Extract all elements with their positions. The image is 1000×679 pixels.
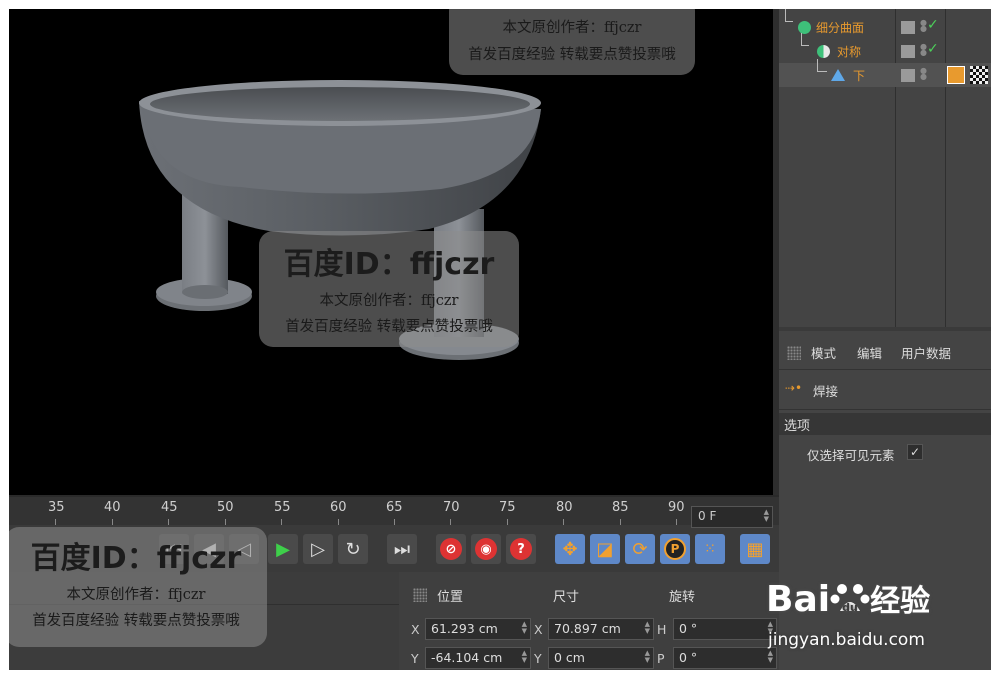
tick-label: 80 xyxy=(556,500,573,515)
loop-icon[interactable]: ↻ xyxy=(338,534,368,564)
pla-key-icon[interactable]: ⁙ xyxy=(695,534,725,564)
object-row-symmetry[interactable]: 对称 ● ● ✓ xyxy=(779,33,991,63)
watermark-id: 百度ID：ffjczr xyxy=(283,247,495,282)
menu-mode[interactable]: 模式 xyxy=(811,343,836,362)
watermark-notice: 首发百度经验 转载要点赞投票哦 xyxy=(285,319,493,335)
play-icon[interactable]: ▶ xyxy=(268,534,298,564)
baidu-url: jingyan.baidu.com xyxy=(768,630,925,650)
watermark-notice: 首发百度经验 转载要点赞投票哦 xyxy=(32,613,240,629)
watermark-author: 本文原创作者：ffjczr xyxy=(502,20,642,36)
visibility-dots-icon[interactable]: ● ● xyxy=(920,43,927,57)
field-value: 0 ° xyxy=(679,650,698,665)
watermark-top: 本文原创作者：ffjczr 首发百度经验 转载要点赞投票哦 xyxy=(449,16,695,64)
tick-label: 40 xyxy=(104,500,121,515)
keyframe-selection-icon[interactable]: ? xyxy=(506,534,536,564)
enabled-check-icon[interactable]: ✓ xyxy=(927,17,939,33)
tick-label: 90 xyxy=(668,500,685,515)
grip-icon[interactable] xyxy=(787,346,801,360)
object-manager: 细分曲面 ● ● ✓ 对称 ● ● ✓ 下 ● ● xyxy=(779,9,991,327)
position-y-field[interactable]: -64.104 cm ▲ ▼ xyxy=(425,647,531,669)
section-options-header[interactable]: 选项 xyxy=(779,413,991,435)
scale-key-icon[interactable]: ◪ xyxy=(590,534,620,564)
polygon-object-icon xyxy=(831,69,845,81)
axis-label: X xyxy=(534,622,543,637)
coordinate-manager: 位置 尺寸 旋转 X 61.293 cm ▲ ▼ X 70.897 cm ▲ ▼ H 0… xyxy=(399,572,779,670)
tick-label: 50 xyxy=(217,500,234,515)
attribute-menu: 模式 编辑 用户数据 xyxy=(779,341,991,363)
object-label: 细分曲面 xyxy=(816,21,865,35)
baidu-suffix: 经验 xyxy=(870,584,931,619)
object-label: 对称 xyxy=(837,45,862,59)
tick-label: 55 xyxy=(274,500,291,515)
baidu-jingyan-logo: Bai du 经验 jingyan.baidu.com xyxy=(766,570,996,660)
tick-label: 85 xyxy=(612,500,629,515)
field-value: 0 cm xyxy=(554,650,585,665)
menu-user-data[interactable]: 用户数据 xyxy=(901,343,951,362)
header-rotation: 旋转 xyxy=(669,590,696,605)
size-y-field[interactable]: 0 cm ▲ ▼ xyxy=(548,647,654,669)
field-value: 70.897 cm xyxy=(554,621,621,636)
grip-icon[interactable] xyxy=(413,588,427,602)
visible-only-label: 仅选择可见元素 xyxy=(807,448,895,463)
paw-icon: du xyxy=(830,581,870,615)
axis-label: Y xyxy=(534,651,542,666)
tool-name: 焊接 xyxy=(813,384,839,399)
timeline-window-icon[interactable]: ▦ xyxy=(740,534,770,564)
field-value: 61.293 cm xyxy=(431,621,498,636)
object-label: 下 xyxy=(853,69,866,83)
svg-text:du: du xyxy=(842,601,858,614)
material-tag-icon[interactable] xyxy=(947,66,965,84)
axis-label: Y xyxy=(411,651,419,666)
object-row-subdivision[interactable]: 细分曲面 ● ● ✓ xyxy=(779,9,991,39)
record-keys-icon[interactable]: ⊘ xyxy=(436,534,466,564)
layer-icon[interactable] xyxy=(901,21,915,34)
checker-tag-icon[interactable] xyxy=(970,66,988,84)
menu-edit[interactable]: 编辑 xyxy=(857,343,882,362)
baidu-brand: Bai xyxy=(766,579,831,620)
visibility-dots-icon[interactable]: ● ● xyxy=(920,67,927,81)
visible-only-checkbox[interactable]: ✓ xyxy=(907,444,923,460)
rotate-key-icon[interactable]: ⟳ xyxy=(625,534,655,564)
axis-label: H xyxy=(657,622,667,637)
autokey-icon[interactable]: ◉ xyxy=(471,534,501,564)
watermark-author: 本文原创作者：ffjczr xyxy=(319,293,459,309)
watermark-notice: 首发百度经验 转载要点赞投票哦 xyxy=(468,47,676,63)
current-frame-field[interactable]: 0 F ▲ ▼ xyxy=(691,506,773,528)
axis-label: X xyxy=(411,622,420,637)
rotation-h-field[interactable]: 0 ° ▲ ▼ xyxy=(673,618,777,640)
field-value: -64.104 cm xyxy=(431,650,503,665)
header-position: 位置 xyxy=(437,590,464,605)
symmetry-icon xyxy=(817,45,830,58)
field-value: 0 ° xyxy=(679,621,698,636)
tick-label: 70 xyxy=(443,500,460,515)
size-x-field[interactable]: 70.897 cm ▲ ▼ xyxy=(548,618,654,640)
timeline-ruler[interactable]: 35 40 45 50 55 60 65 70 75 80 85 90 xyxy=(9,495,779,525)
rotation-p-field[interactable]: 0 ° ▲ ▼ xyxy=(673,647,777,669)
watermark-id: 百度ID：ffjczr xyxy=(30,541,242,576)
object-row-bottom[interactable]: 下 ● ● xyxy=(779,59,991,87)
axis-label: P xyxy=(657,651,665,666)
header-size: 尺寸 xyxy=(553,590,580,605)
layer-icon[interactable] xyxy=(901,45,915,58)
goto-end-icon[interactable]: ⏭ xyxy=(387,534,417,564)
tick-label: 60 xyxy=(330,500,347,515)
tick-label: 75 xyxy=(499,500,516,515)
watermark-middle: 百度ID：ffjczr 本文原创作者：ffjczr 首发百度经验 转载要点赞投票… xyxy=(259,239,519,336)
current-frame-value: 0 F xyxy=(698,509,717,523)
watermark-bottom: 百度ID：ffjczr 本文原创作者：ffjczr 首发百度经验 转载要点赞投票… xyxy=(9,533,265,630)
position-x-field[interactable]: 61.293 cm ▲ ▼ xyxy=(425,618,531,640)
move-key-icon[interactable]: ✥ xyxy=(555,534,585,564)
visibility-dots-icon[interactable]: ● ● xyxy=(920,19,927,33)
spinner-icon[interactable]: ▲ ▼ xyxy=(764,509,769,523)
tick-label: 35 xyxy=(48,500,65,515)
layer-icon[interactable] xyxy=(901,69,915,82)
next-frame-icon[interactable]: ▷ xyxy=(303,534,333,564)
parameter-key-icon[interactable]: P xyxy=(660,534,690,564)
weld-tool-icon: ⇢• xyxy=(785,381,803,395)
tick-label: 45 xyxy=(161,500,178,515)
3d-viewport[interactable]: 本文原创作者：ffjczr 首发百度经验 转载要点赞投票哦 百度ID：ffjcz… xyxy=(9,9,773,495)
watermark-author: 本文原创作者：ffjczr xyxy=(66,587,206,603)
tick-label: 65 xyxy=(386,500,403,515)
enabled-check-icon[interactable]: ✓ xyxy=(927,41,939,57)
